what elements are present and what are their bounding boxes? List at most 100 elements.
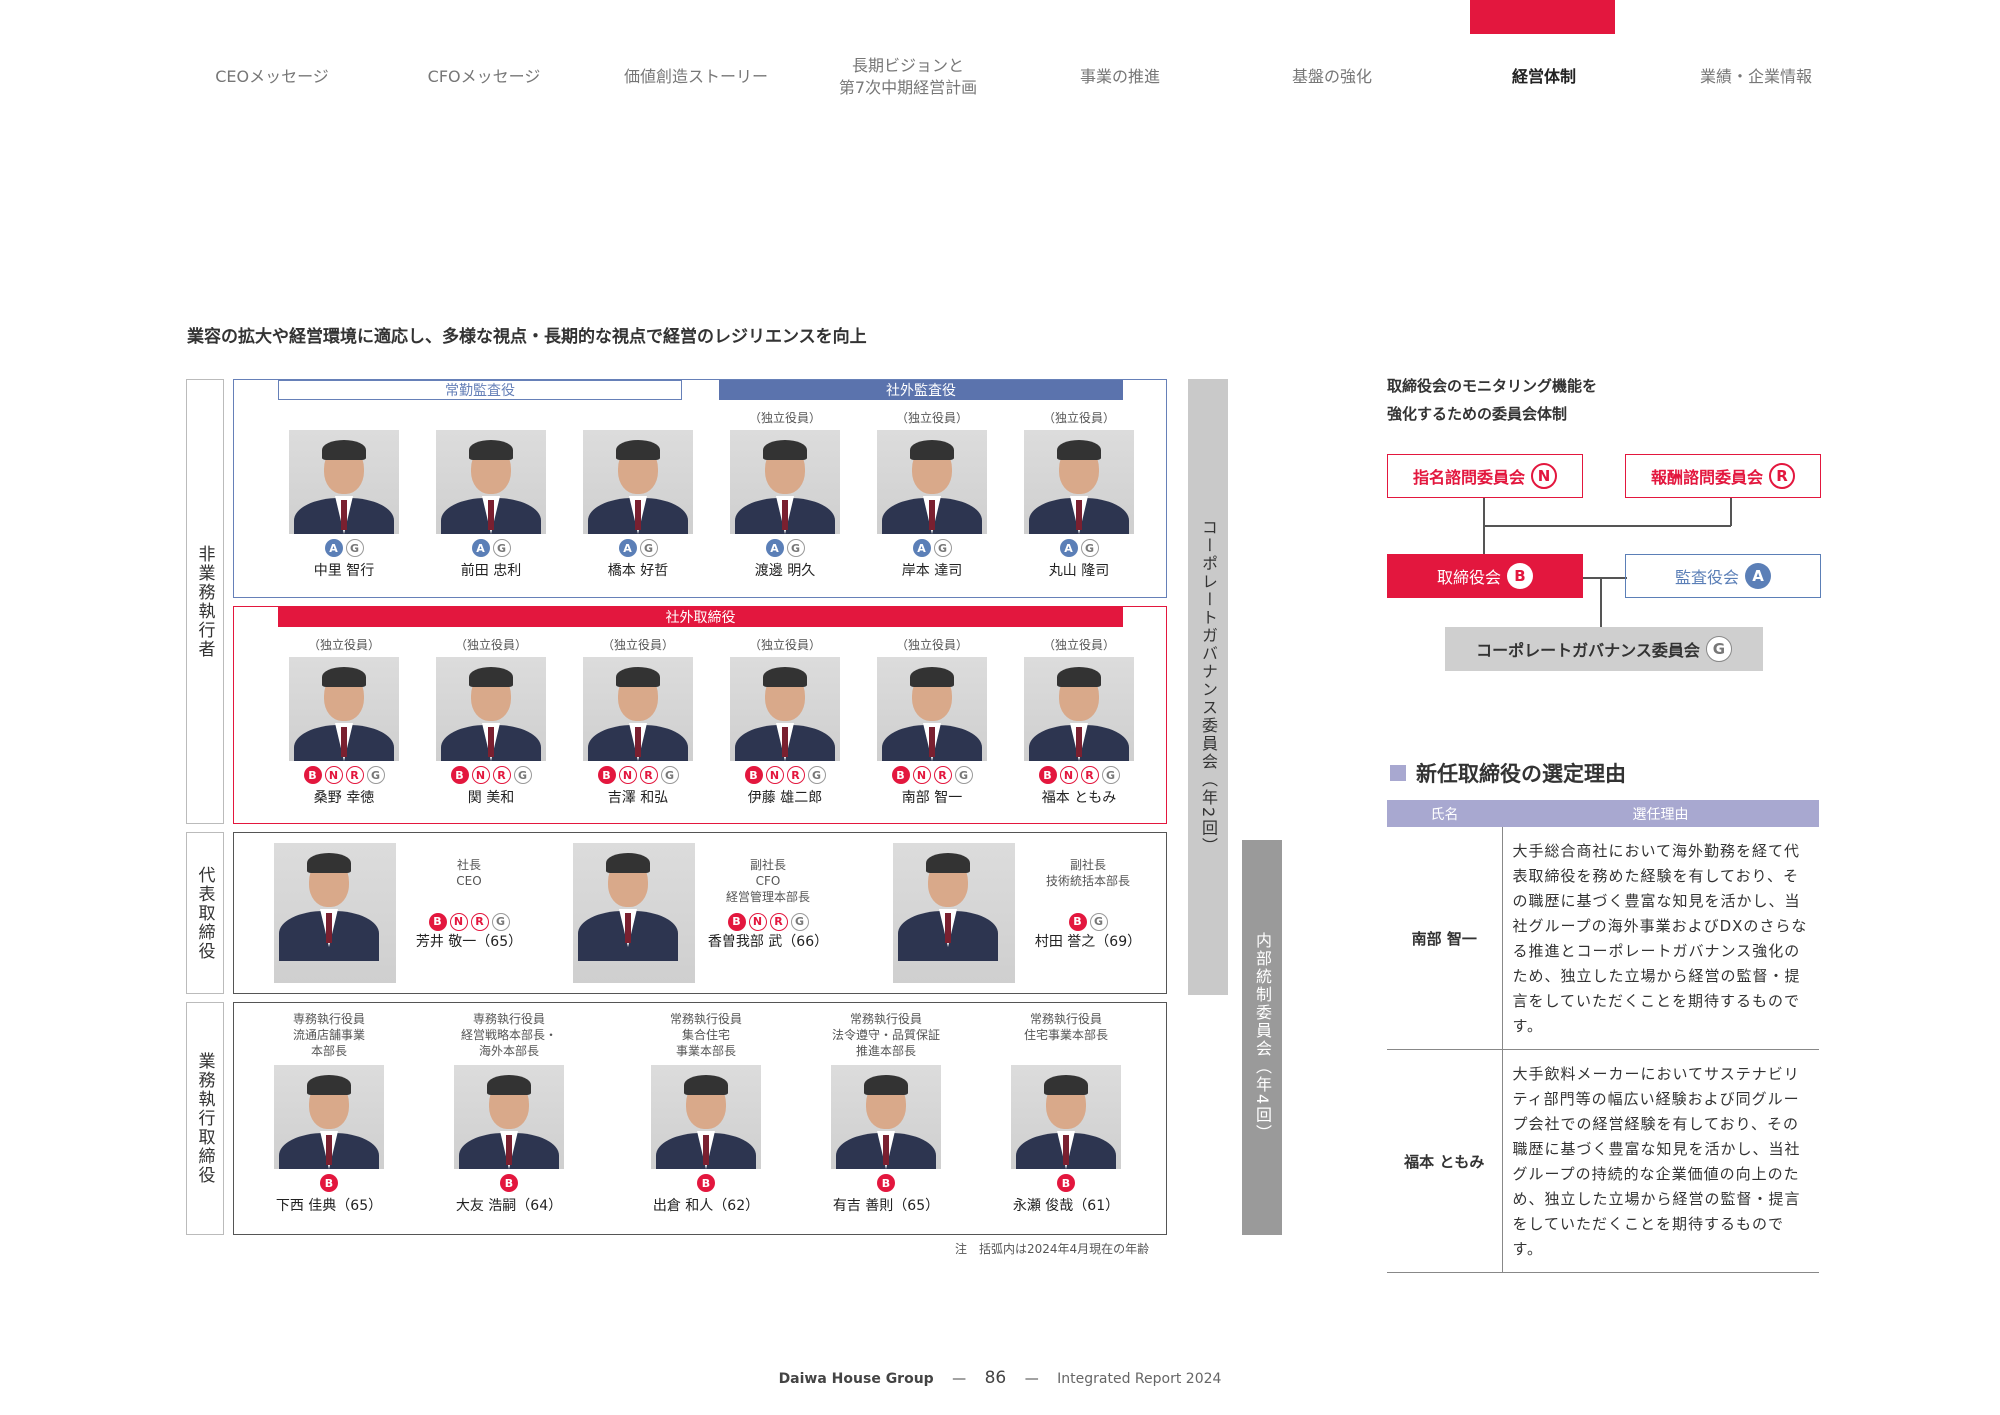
selection-title-text: 新任取締役の選定理由 — [1416, 762, 1626, 786]
nav-item-3[interactable]: 価値創造ストーリー — [590, 52, 802, 102]
person-name: 橋本 好哲 — [607, 563, 669, 579]
role-badge-r: R — [639, 766, 658, 784]
executive-title: 常務執行役員 住宅事業本部長 — [1023, 1012, 1108, 1042]
representative-info: 副社長 CFO 経営管理本部長 B N R G 香曽我部 武（66） — [693, 857, 843, 950]
remuneration-committee-label: 報酬諮問委員会 — [1650, 468, 1763, 487]
role-badge-b: B — [744, 766, 763, 784]
role-badges: B — [439, 1174, 579, 1192]
selection-table: 氏名 選任理由 南部 智一 大手総合商社において海外勤務を経て代表取締役を務めた経… — [1387, 800, 1819, 1273]
role-badges: BNRG — [715, 766, 855, 784]
independent-tag — [274, 410, 414, 426]
role-badges: BNRG — [568, 766, 708, 784]
side-label-text: 非業務執行者 — [194, 544, 215, 659]
portrait-photo — [831, 1065, 941, 1169]
role-badge-r: R — [492, 766, 511, 784]
selection-reason: 大手総合商社において海外勤務を経て代表取締役を務めた経験を有しており、その職歴に… — [1502, 827, 1819, 1050]
role-badge-g: G — [954, 766, 973, 784]
representative-title: 副社長 技術統括本部長 — [1045, 858, 1130, 888]
footer: Daiwa House Group — 86 — Integrated Repo… — [0, 1368, 2000, 1388]
portrait-photo — [893, 843, 1015, 983]
person-name: 渡邊 明久 — [754, 563, 816, 579]
side-label-text: 代表取締役 — [194, 865, 215, 961]
role-badge-g: G — [807, 766, 826, 784]
representative-group: 社長 CEO B N R G 芳井 敬一（65） 副社長 CFO 経営管理本部長 B N R G 香曽… — [233, 832, 1167, 994]
role-badge-g: G — [1080, 539, 1099, 557]
col-header-name: 氏名 — [1387, 800, 1502, 827]
nav-item-8[interactable]: 業績・企業情報 — [1650, 52, 1862, 102]
role-badge-n: N — [449, 913, 468, 931]
board-box: 取締役会 B — [1387, 554, 1583, 598]
person-card: （独立役員） B N R G 福本 ともみ — [1009, 637, 1149, 807]
outside-directors-group: 社外取締役 （独立役員） B N R G 桑野 幸徳 （独立役員） B N R G 関 美和 （独立役員… — [233, 606, 1167, 824]
nav-item-2[interactable]: CFOメッセージ — [378, 52, 590, 102]
role-badge-n: N — [324, 766, 343, 784]
footer-separator: — — [952, 1371, 967, 1387]
role-badges: AG — [862, 539, 1002, 557]
nav-item-7[interactable]: 経営体制 — [1438, 52, 1650, 102]
independent-tag: （独立役員） — [601, 638, 674, 652]
portrait-photo — [730, 430, 840, 534]
portrait-photo — [583, 657, 693, 761]
side-label-representative: 代表取締役 — [186, 832, 224, 994]
independent-tag: （独立役員） — [1042, 411, 1115, 425]
portrait-photo — [877, 430, 987, 534]
standing-auditor-band: 常勤監査役 — [278, 380, 682, 400]
person-name: 香曽我部 武（66） — [707, 934, 829, 950]
internal-control-committee-bar: 内部統制委員会（年4回） — [1242, 840, 1282, 1235]
person-name: 伊藤 雄二郎 — [747, 790, 823, 806]
role-badge-g: G — [786, 539, 805, 557]
executive-group: 専務執行役員 流通店舗事業 本部長 B 下西 佳典（65） 専務執行役員 経営戦略本部… — [233, 1002, 1167, 1235]
role-badge-r: R — [345, 766, 364, 784]
role-badge-b: B — [877, 1174, 895, 1192]
person-name: 岸本 達司 — [901, 563, 963, 579]
person-card: （独立役員） A G 丸山 隆司 — [1009, 410, 1149, 580]
page-number: 86 — [984, 1368, 1007, 1388]
connector-line — [1483, 498, 1485, 526]
board-label: 取締役会 — [1436, 568, 1501, 587]
representative-title: 副社長 CFO 経営管理本部長 — [725, 858, 810, 904]
role-badge-b: B — [1038, 766, 1057, 784]
nav-item-5[interactable]: 事業の推進 — [1014, 52, 1226, 102]
role-badges: B — [259, 1174, 399, 1192]
person-card: A G 橋本 好哲 — [568, 410, 708, 580]
nomination-committee-box: 指名諮問委員会 N — [1387, 454, 1583, 498]
role-badge-r: R — [470, 913, 489, 931]
nav-item-6[interactable]: 基盤の強化 — [1226, 52, 1438, 102]
side-label-executive: 業務執行取締役 — [186, 1002, 224, 1235]
role-badges: BNRG — [394, 913, 544, 931]
person-card: 常務執行役員 集合住宅 事業本部長 B 出倉 和人（62） — [636, 1011, 776, 1215]
role-badge-a: A — [765, 539, 784, 557]
audit-board-box: 監査役会 A — [1625, 554, 1821, 598]
connector-line — [1730, 498, 1732, 526]
nav-item-1[interactable]: CEOメッセージ — [166, 52, 378, 102]
role-badge-n: N — [748, 913, 767, 931]
role-badge-g: G — [345, 539, 364, 557]
person-card: （独立役員） B N R G 関 美和 — [421, 637, 561, 807]
role-badges: AG — [1009, 539, 1149, 557]
independent-tag: （独立役員） — [895, 411, 968, 425]
director-name: 南部 智一 — [1387, 827, 1503, 1050]
role-badges: BNRG — [862, 766, 1002, 784]
remuneration-badge: R — [1769, 463, 1795, 489]
role-badge-g: G — [660, 766, 679, 784]
role-badge-a: A — [1059, 539, 1078, 557]
nomination-committee-label: 指名諮問委員会 — [1412, 468, 1525, 487]
portrait-photo — [730, 657, 840, 761]
board-badge: B — [1507, 563, 1533, 589]
portrait-photo — [1024, 430, 1134, 534]
role-badges: BG — [1013, 913, 1163, 931]
executive-title: 専務執行役員 経営戦略本部長・ 海外本部長 — [460, 1012, 557, 1058]
role-badge-n: N — [1059, 766, 1078, 784]
governance-committee-label: コーポレートガバナンス委員会（年2回） — [1199, 518, 1218, 856]
page-headline: 業容の拡大や経営環境に適応し、多様な視点・長期的な視点で経営のレジリエンスを向上 — [187, 327, 867, 347]
role-badges: BNRG — [274, 766, 414, 784]
age-note: 注 括弧内は2024年4月現在の年齢 — [955, 1242, 1150, 1256]
person-name: 出倉 和人（62） — [652, 1198, 760, 1214]
independent-tag — [421, 410, 561, 426]
nav-item-4[interactable]: 長期ビジョンと 第7次中期経営計画 — [802, 52, 1014, 102]
person-name: 関 美和 — [467, 790, 515, 806]
portrait-photo — [583, 430, 693, 534]
selection-section-title: 新任取締役の選定理由 — [1390, 758, 1626, 788]
portrait-photo — [289, 657, 399, 761]
footer-separator: — — [1024, 1371, 1039, 1387]
